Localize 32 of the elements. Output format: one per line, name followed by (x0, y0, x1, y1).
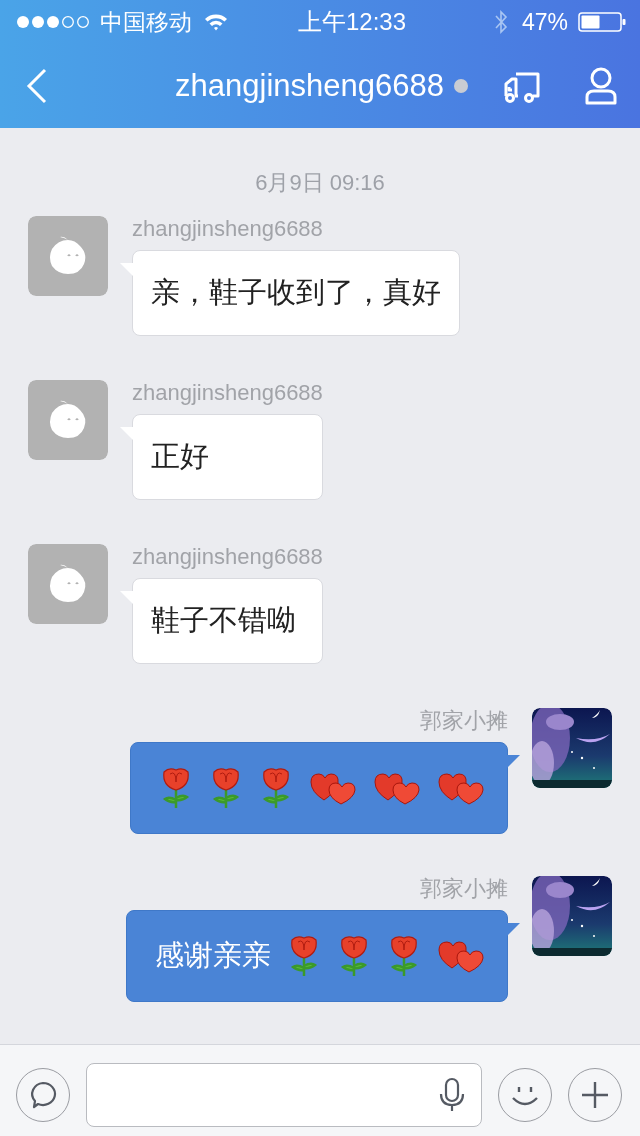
hearts-icon (373, 770, 421, 806)
avatar-icon (28, 216, 108, 296)
sender-name: zhangjinsheng6688 (132, 216, 324, 242)
hearts-icon (309, 770, 357, 806)
avatar-icon (28, 380, 108, 460)
avatar-icon (28, 544, 108, 624)
message-text: 亲，鞋子收到了，真好 (151, 275, 441, 310)
hearts-icon (437, 770, 485, 806)
message-input[interactable] (86, 1063, 482, 1127)
sender-name: zhangjinsheng6688 (132, 380, 323, 406)
message-timestamp: 6月9日 09:16 (255, 169, 385, 197)
hearts-icon (437, 938, 485, 974)
signal-icon (16, 15, 90, 29)
add-button[interactable] (568, 1068, 622, 1122)
wifi-icon (204, 13, 228, 31)
clock-time: 上午12:33 (297, 7, 408, 37)
plus-icon (581, 1081, 609, 1109)
battery-icon (578, 12, 626, 32)
chat-title: zhangjinsheng6688 (175, 68, 444, 104)
chat-bubble-button[interactable] (16, 1068, 70, 1122)
sender-name: zhangjinsheng6688 (132, 544, 323, 570)
carrier-name: 中国移动 (100, 7, 192, 37)
bluetooth-icon (493, 9, 508, 35)
message-text: 鞋子不错呦 (151, 603, 296, 638)
sender-name: 郭家小摊 (420, 876, 508, 902)
sender-name: 郭家小摊 (420, 708, 508, 734)
emoji-button[interactable] (498, 1068, 552, 1122)
message-text: 正好 (151, 439, 209, 474)
microphone-icon[interactable] (439, 1077, 465, 1113)
chat-icon (28, 1080, 58, 1110)
message-text: 感谢亲亲 (155, 938, 271, 973)
battery-percent: 47% (521, 8, 568, 36)
